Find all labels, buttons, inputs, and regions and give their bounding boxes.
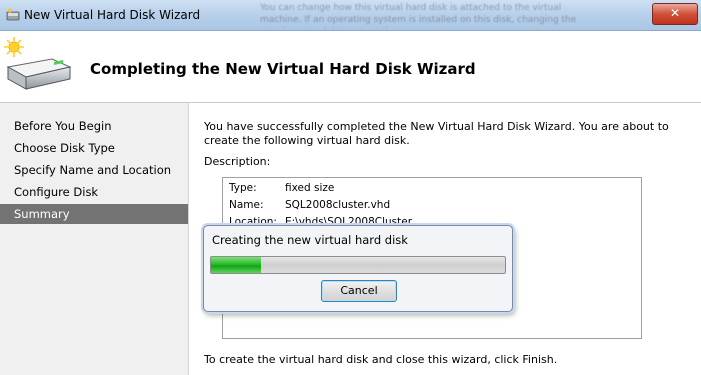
progress-bar-fill bbox=[211, 257, 261, 273]
window-title: New Virtual Hard Disk Wizard bbox=[24, 8, 201, 22]
nav-item-choose-disk-type[interactable]: Choose Disk Type bbox=[0, 138, 188, 158]
description-value: SQL2008cluster.vhd bbox=[285, 199, 391, 211]
description-key: Type: bbox=[229, 182, 257, 194]
nav-item-configure-disk[interactable]: Configure Disk bbox=[0, 182, 188, 202]
description-key: Name: bbox=[229, 199, 264, 211]
description-value: fixed size bbox=[285, 182, 335, 194]
wizard-app-icon bbox=[6, 8, 20, 21]
page-title: Completing the New Virtual Hard Disk Wiz… bbox=[90, 60, 476, 78]
wizard-steps-nav: Before You Begin Choose Disk Type Specif… bbox=[0, 103, 188, 375]
nav-item-specify-name-location[interactable]: Specify Name and Location bbox=[0, 160, 188, 180]
intro-text: You have successfully completed the New … bbox=[204, 120, 669, 147]
title-bar: New Virtual Hard Disk Wizard You can cha… bbox=[0, 0, 701, 31]
nav-item-before-you-begin[interactable]: Before You Begin bbox=[0, 116, 188, 136]
cancel-button[interactable]: Cancel bbox=[321, 280, 397, 302]
description-label: Description: bbox=[204, 155, 271, 168]
close-button[interactable]: ✕ bbox=[652, 3, 698, 25]
progress-message: Creating the new virtual hard disk bbox=[212, 233, 408, 247]
background-window-text: You can change how this virtual hard dis… bbox=[260, 3, 577, 28]
virtual-hard-disk-icon bbox=[4, 37, 72, 90]
finish-instruction: To create the virtual hard disk and clos… bbox=[204, 353, 558, 366]
progress-bar bbox=[210, 256, 506, 274]
progress-dialog: Creating the new virtual hard disk Cance… bbox=[203, 225, 513, 312]
nav-item-summary[interactable]: Summary bbox=[0, 204, 188, 224]
wizard-header: Completing the New Virtual Hard Disk Wiz… bbox=[0, 31, 701, 103]
